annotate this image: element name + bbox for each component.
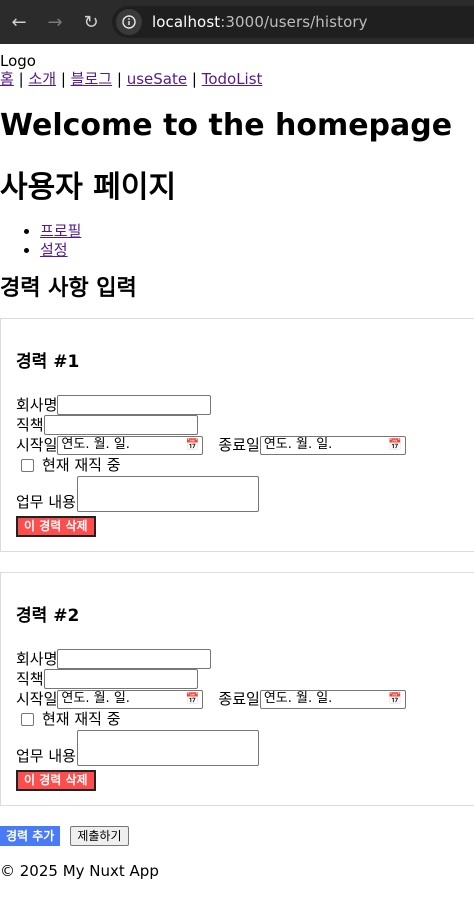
nav-separator: | [191,70,197,88]
start-date-input[interactable]: 연도. 월. 일. 📅 [57,689,204,709]
url-path: :3000/users/history [220,13,368,31]
duties-label: 업무 내용 [16,747,76,765]
nav-separator: | [60,70,66,88]
calendar-icon[interactable]: 📅 [186,435,200,455]
page-content: Logo 홈 | 소개 | 블로그 | useSate | TodoList W… [0,52,474,880]
duties-row: 업무 내용 [16,476,474,512]
back-arrow-icon[interactable]: ← [4,7,34,37]
career-form-title: 경력 사항 입력 [0,276,137,301]
form-actions: 경력 추가 제출하기 [0,826,474,846]
top-nav: 홈 | 소개 | 블로그 | useSate | TodoList [0,70,474,88]
footer: © 2025 My Nuxt App [0,862,474,880]
duties-textarea[interactable] [76,730,259,766]
address-bar[interactable]: localhost:3000/users/history [112,6,474,38]
profile-link[interactable]: 프로필 [40,222,81,240]
url-text: localhost:3000/users/history [152,13,368,31]
current-job-row: 현재 재직 중 [16,709,474,729]
submenu-item-settings: 설정 [40,241,474,260]
reload-icon[interactable]: ↻ [76,7,106,37]
nav-link-blog[interactable]: 블로그 [71,70,112,88]
current-job-label: 현재 재직 중 [42,456,121,474]
logo: Logo [0,52,36,70]
start-date-placeholder: 연도. 월. 일. [61,437,130,452]
nav-link-home[interactable]: 홈 [0,70,14,88]
nav-link-todolist[interactable]: TodoList [202,70,263,88]
career-title: 경력 #2 [16,606,80,626]
end-date-label: 종료일 [218,436,260,454]
start-date-label: 시작일 [16,690,58,708]
current-job-checkbox[interactable] [21,712,34,726]
career-title: 경력 #1 [16,352,80,372]
welcome-heading: Welcome to the homepage [0,108,453,143]
date-row: 시작일 연도. 월. 일. 📅 종료일 연도. 월. 일. 📅 [16,435,474,455]
company-input[interactable] [57,395,212,415]
user-submenu: 프로필 설정 [0,222,474,260]
nav-separator: | [116,70,122,88]
browser-toolbar: ← → ↻ localhost:3000/users/history [0,0,474,44]
position-label: 직책 [16,670,44,688]
start-date-placeholder: 연도. 월. 일. [61,691,130,706]
end-date-placeholder: 연도. 월. 일. [263,691,333,706]
calendar-icon[interactable]: 📅 [186,689,200,709]
site-info-icon[interactable] [116,9,142,35]
end-date-label: 종료일 [218,690,260,708]
end-date-input[interactable]: 연도. 월. 일. 📅 [259,689,406,709]
end-date-input[interactable]: 연도. 월. 일. 📅 [259,435,406,455]
career-card: 경력 #1 회사명 직책 시작일 연도. 월. 일. 📅 종료일 연도. 월. … [0,318,474,552]
forward-arrow-icon[interactable]: → [40,7,70,37]
calendar-icon[interactable]: 📅 [388,689,402,709]
url-host: localhost [152,13,221,31]
add-career-button[interactable]: 경력 추가 [0,826,61,846]
current-job-row: 현재 재직 중 [16,455,474,475]
duties-label: 업무 내용 [16,493,76,511]
settings-link[interactable]: 설정 [40,241,68,259]
company-label: 회사명 [16,396,58,414]
position-label: 직책 [16,416,44,434]
position-input[interactable] [43,415,198,435]
end-date-placeholder: 연도. 월. 일. [263,437,333,452]
company-label: 회사명 [16,650,58,668]
nav-link-about[interactable]: 소개 [28,70,56,88]
footer-text: © 2025 My Nuxt App [0,862,159,880]
duties-row: 업무 내용 [16,730,474,766]
position-row: 직책 [16,415,474,435]
nav-link-usesate[interactable]: useSate [127,70,187,88]
delete-career-button[interactable]: 이 경력 삭제 [16,516,96,537]
duties-textarea[interactable] [76,476,259,512]
company-input[interactable] [57,649,212,669]
company-row: 회사명 [16,395,474,415]
calendar-icon[interactable]: 📅 [388,435,402,455]
company-row: 회사명 [16,649,474,669]
date-row: 시작일 연도. 월. 일. 📅 종료일 연도. 월. 일. 📅 [16,689,474,709]
current-job-label: 현재 재직 중 [42,710,121,728]
position-row: 직책 [16,669,474,689]
nav-separator: | [18,70,24,88]
submenu-item-profile: 프로필 [40,222,474,241]
current-job-checkbox[interactable] [21,458,34,472]
position-input[interactable] [43,669,198,689]
delete-career-button[interactable]: 이 경력 삭제 [16,770,96,791]
start-date-label: 시작일 [16,436,58,454]
submit-button[interactable]: 제출하기 [70,826,129,846]
user-page-heading: 사용자 페이지 [0,170,177,205]
start-date-input[interactable]: 연도. 월. 일. 📅 [57,435,204,455]
career-card: 경력 #2 회사명 직책 시작일 연도. 월. 일. 📅 종료일 연도. 월. … [0,572,474,806]
